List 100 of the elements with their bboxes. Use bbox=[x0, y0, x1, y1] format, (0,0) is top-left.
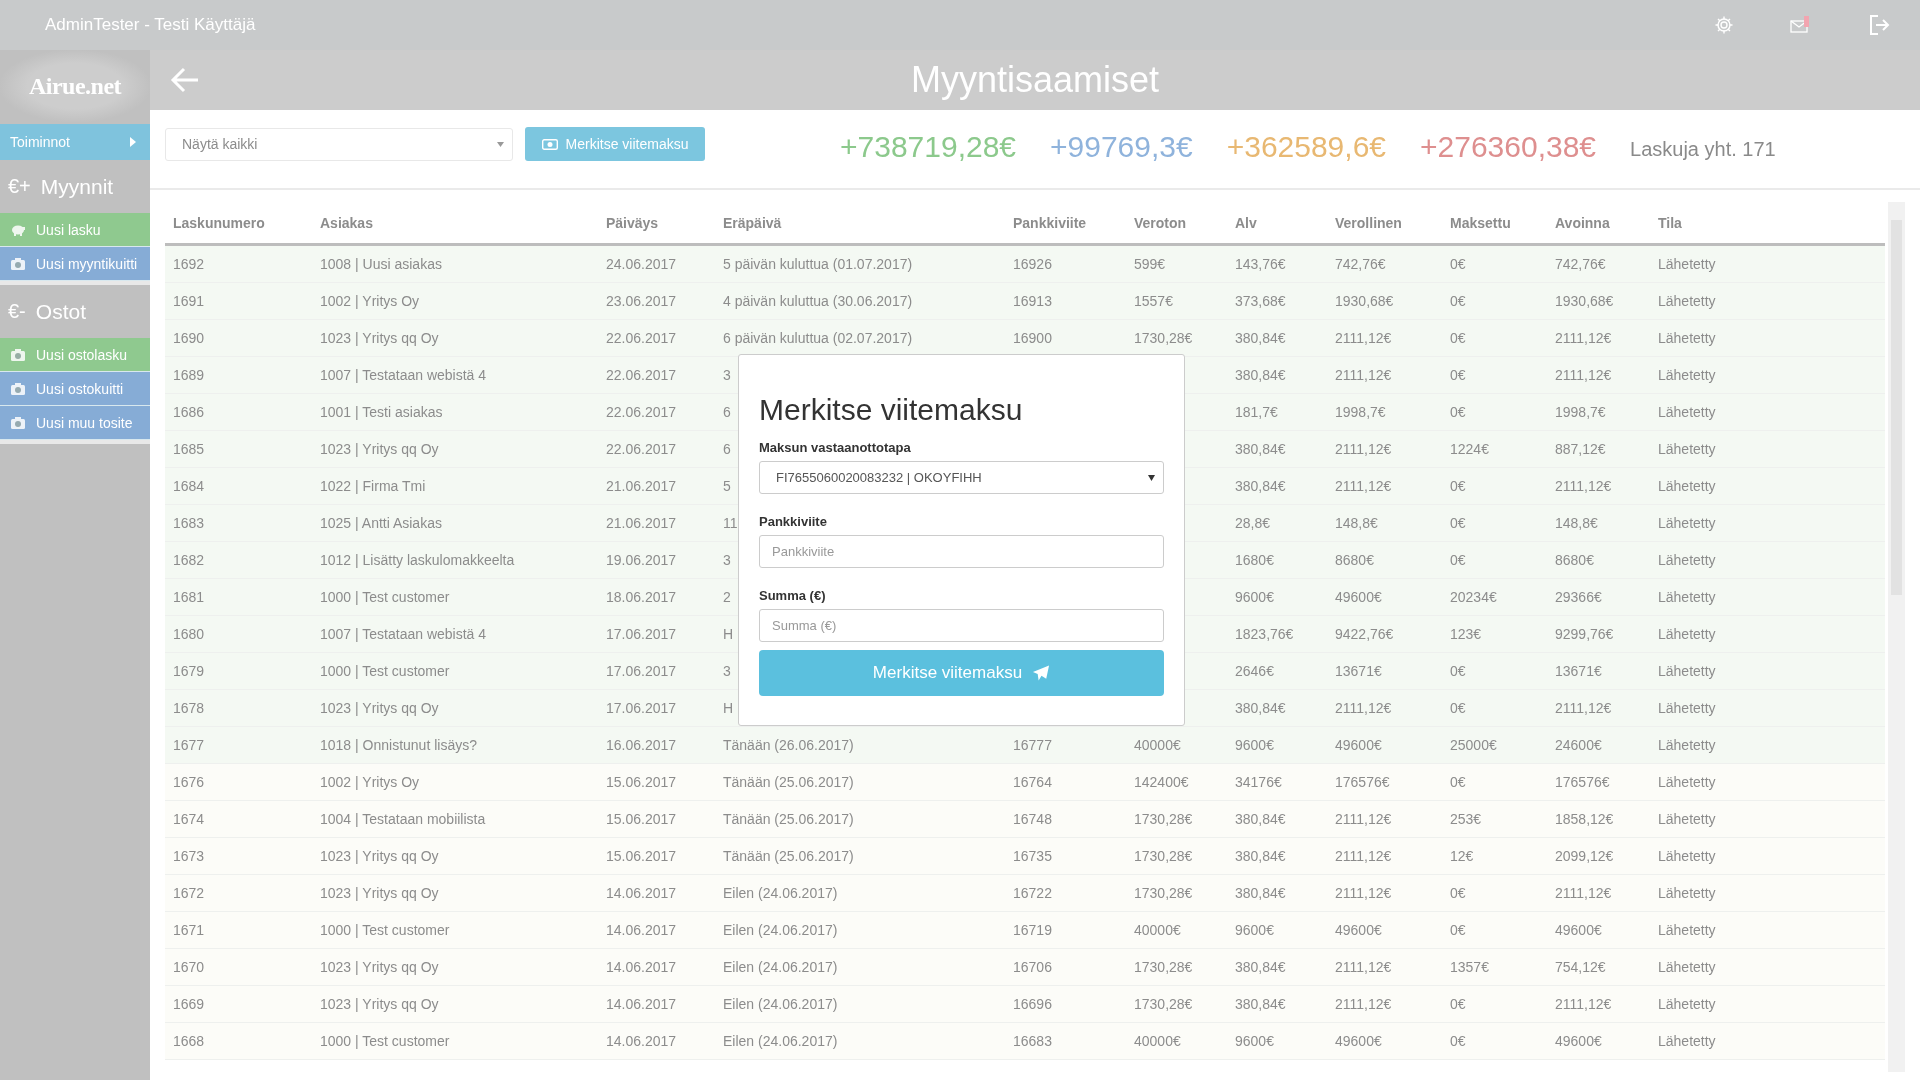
table-cell: 17.06.2017 bbox=[606, 663, 677, 679]
table-cell: 5 bbox=[723, 478, 731, 494]
table-cell: 1858,12€ bbox=[1555, 811, 1614, 827]
table-cell: 2111,12€ bbox=[1335, 478, 1392, 494]
table-cell: 16706 bbox=[1013, 959, 1052, 975]
table-cell: Lähetetty bbox=[1658, 626, 1716, 642]
invoice-count: Laskuja yht. 171 bbox=[1630, 137, 1776, 161]
table-cell: 176576€ bbox=[1335, 774, 1390, 790]
table-cell: 1023 | Yritys qq Oy bbox=[320, 441, 439, 457]
table-cell: 1224€ bbox=[1450, 441, 1489, 457]
table-cell: 16696 bbox=[1013, 996, 1052, 1012]
table-cell: 14.06.2017 bbox=[606, 959, 677, 975]
table-cell: Lähetetty bbox=[1658, 663, 1716, 679]
table-cell: 25000€ bbox=[1450, 737, 1497, 753]
table-cell: 16900 bbox=[1013, 330, 1052, 346]
table-cell: 1000 | Test customer bbox=[320, 1033, 450, 1049]
table-cell: 1002 | Yritys Oy bbox=[320, 293, 420, 309]
table-cell: 0€ bbox=[1450, 404, 1466, 420]
section-title: Myynnit bbox=[40, 174, 114, 199]
table-cell: 49600€ bbox=[1335, 922, 1382, 938]
table-cell: 15.06.2017 bbox=[606, 811, 677, 827]
table-cell: 0€ bbox=[1450, 885, 1466, 901]
table-cell: Tänään (26.06.2017) bbox=[723, 737, 854, 753]
euro-sign-icon: €+ bbox=[8, 175, 31, 198]
table-cell: 20234€ bbox=[1450, 589, 1497, 605]
table-cell: 5 päivän kuluttua (01.07.2017) bbox=[723, 256, 913, 272]
table-cell: 24.06.2017 bbox=[606, 256, 677, 272]
table-cell: Lähetetty bbox=[1658, 811, 1716, 827]
table-cell: 1670 bbox=[173, 959, 205, 975]
table-cell: 22.06.2017 bbox=[606, 441, 677, 457]
table-cell: Lähetetty bbox=[1658, 552, 1716, 568]
table-cell: 380,84€ bbox=[1235, 478, 1286, 494]
table-cell: 3 bbox=[723, 552, 731, 568]
table-cell: Eilen (24.06.2017) bbox=[723, 959, 838, 975]
table-cell: 380,84€ bbox=[1235, 330, 1286, 346]
total-amount: +99769,3€ bbox=[1050, 130, 1193, 164]
table-cell: 0€ bbox=[1450, 293, 1466, 309]
table-cell: 49600€ bbox=[1335, 589, 1382, 605]
total-amount: +738719,28€ bbox=[840, 130, 1016, 164]
table-cell: 1023 | Yritys qq Oy bbox=[320, 996, 439, 1012]
table-cell: 0€ bbox=[1450, 774, 1466, 790]
table-cell: 0€ bbox=[1450, 996, 1466, 1012]
table-cell: 2111,12€ bbox=[1555, 885, 1612, 901]
table-cell: 14.06.2017 bbox=[606, 885, 677, 901]
table-cell: 2111,12€ bbox=[1335, 330, 1392, 346]
table-cell: 373,68€ bbox=[1235, 293, 1286, 309]
table-cell: 1002 | Yritys Oy bbox=[320, 774, 420, 790]
table-cell: 40000€ bbox=[1134, 737, 1181, 753]
table-cell: 380,84€ bbox=[1235, 367, 1286, 383]
table-cell: 0€ bbox=[1450, 1033, 1466, 1049]
table-cell: 1730,28€ bbox=[1134, 996, 1193, 1012]
table-cell: 1671 bbox=[173, 922, 205, 938]
table-cell: 49600€ bbox=[1335, 737, 1382, 753]
table-cell: 2111,12€ bbox=[1335, 996, 1392, 1012]
table-cell: 1672 bbox=[173, 885, 205, 901]
total-amount: +276360,38€ bbox=[1420, 130, 1597, 164]
table-cell: 3 bbox=[723, 367, 731, 383]
table-cell: 8680€ bbox=[1335, 552, 1374, 568]
table-cell: 1730,28€ bbox=[1134, 959, 1193, 975]
table-cell: 1930,68€ bbox=[1555, 293, 1614, 309]
table-cell: 1679 bbox=[173, 663, 205, 679]
table-cell: Lähetetty bbox=[1658, 700, 1716, 716]
table-cell: 9600€ bbox=[1235, 589, 1274, 605]
table-cell: 1025 | Antti Asiakas bbox=[320, 515, 442, 531]
table-cell: Lähetetty bbox=[1658, 996, 1716, 1012]
table-cell: Lähetetty bbox=[1658, 256, 1716, 272]
table-cell: 16.06.2017 bbox=[606, 737, 677, 753]
table-cell: 1930,68€ bbox=[1335, 293, 1394, 309]
table-cell: Eilen (24.06.2017) bbox=[723, 885, 838, 901]
table-cell: Lähetetty bbox=[1658, 848, 1716, 864]
table-cell: Lähetetty bbox=[1658, 737, 1716, 753]
table-cell: 1023 | Yritys qq Oy bbox=[320, 700, 439, 716]
table-cell: 6 bbox=[723, 404, 731, 420]
table-cell: 1998,7€ bbox=[1555, 404, 1606, 420]
table-cell: 1008 | Uusi asiakas bbox=[320, 256, 442, 272]
table-cell: 14.06.2017 bbox=[606, 1033, 677, 1049]
table-cell: 23.06.2017 bbox=[606, 293, 677, 309]
table-cell: 2111,12€ bbox=[1335, 367, 1392, 383]
table-cell: 1682 bbox=[173, 552, 205, 568]
table-cell: 28,8€ bbox=[1235, 515, 1271, 531]
table-cell: 1676 bbox=[173, 774, 205, 790]
table-cell: 1669 bbox=[173, 996, 205, 1012]
table-cell: Lähetetty bbox=[1658, 441, 1716, 457]
euro-sign-icon: €- bbox=[8, 300, 26, 323]
table-cell: Lähetetty bbox=[1658, 293, 1716, 309]
table-cell: 2111,12€ bbox=[1335, 848, 1392, 864]
table-cell: 14.06.2017 bbox=[606, 996, 677, 1012]
table-cell: 1689 bbox=[173, 367, 205, 383]
table-cell: 1685 bbox=[173, 441, 205, 457]
table-cell: Eilen (24.06.2017) bbox=[723, 1033, 838, 1049]
table-cell: 0€ bbox=[1450, 922, 1466, 938]
table-cell: H bbox=[723, 700, 734, 716]
table-cell: 0€ bbox=[1450, 478, 1466, 494]
table-cell: Lähetetty bbox=[1658, 330, 1716, 346]
table-cell: 19.06.2017 bbox=[606, 552, 677, 568]
table-cell: 1692 bbox=[173, 256, 205, 272]
section-title: Ostot bbox=[35, 299, 86, 324]
table-cell: 148,8€ bbox=[1335, 515, 1378, 531]
table-cell: 143,76€ bbox=[1235, 256, 1286, 272]
table-cell: 8680€ bbox=[1555, 552, 1594, 568]
